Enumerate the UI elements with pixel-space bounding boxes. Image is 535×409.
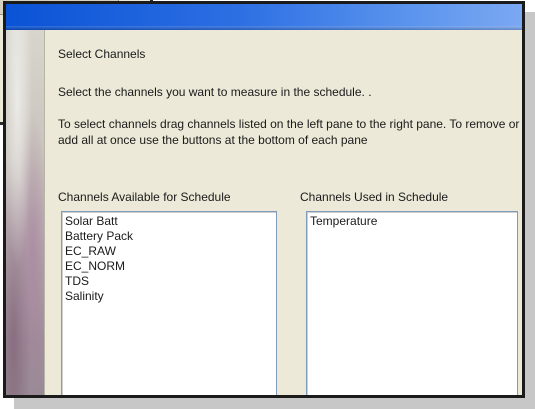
- list-item[interactable]: Salinity: [65, 289, 273, 304]
- list-item[interactable]: EC_NORM: [65, 259, 273, 274]
- list-item[interactable]: Temperature: [310, 214, 514, 229]
- used-channels-label: Channels Used in Schedule: [300, 190, 449, 204]
- list-item[interactable]: TDS: [65, 274, 273, 289]
- available-channels-list[interactable]: Solar Batt Battery Pack EC_RAW EC_NORM T…: [61, 211, 277, 395]
- available-channels-label: Channels Available for Schedule: [58, 190, 231, 204]
- list-item[interactable]: Solar Batt: [65, 214, 273, 229]
- instruction-text: Select the channels you want to measure …: [58, 85, 372, 99]
- wizard-side-image: [6, 30, 45, 395]
- select-channels-dialog: Select Channels Select the channels you …: [3, 1, 525, 398]
- list-item[interactable]: EC_RAW: [65, 244, 273, 259]
- list-item[interactable]: Battery Pack: [65, 229, 273, 244]
- used-channels-list[interactable]: Temperature: [306, 211, 518, 395]
- page-heading: Select Channels: [58, 47, 146, 61]
- dialog-titlebar[interactable]: [6, 4, 522, 30]
- help-text: To select channels drag channels listed …: [58, 117, 520, 147]
